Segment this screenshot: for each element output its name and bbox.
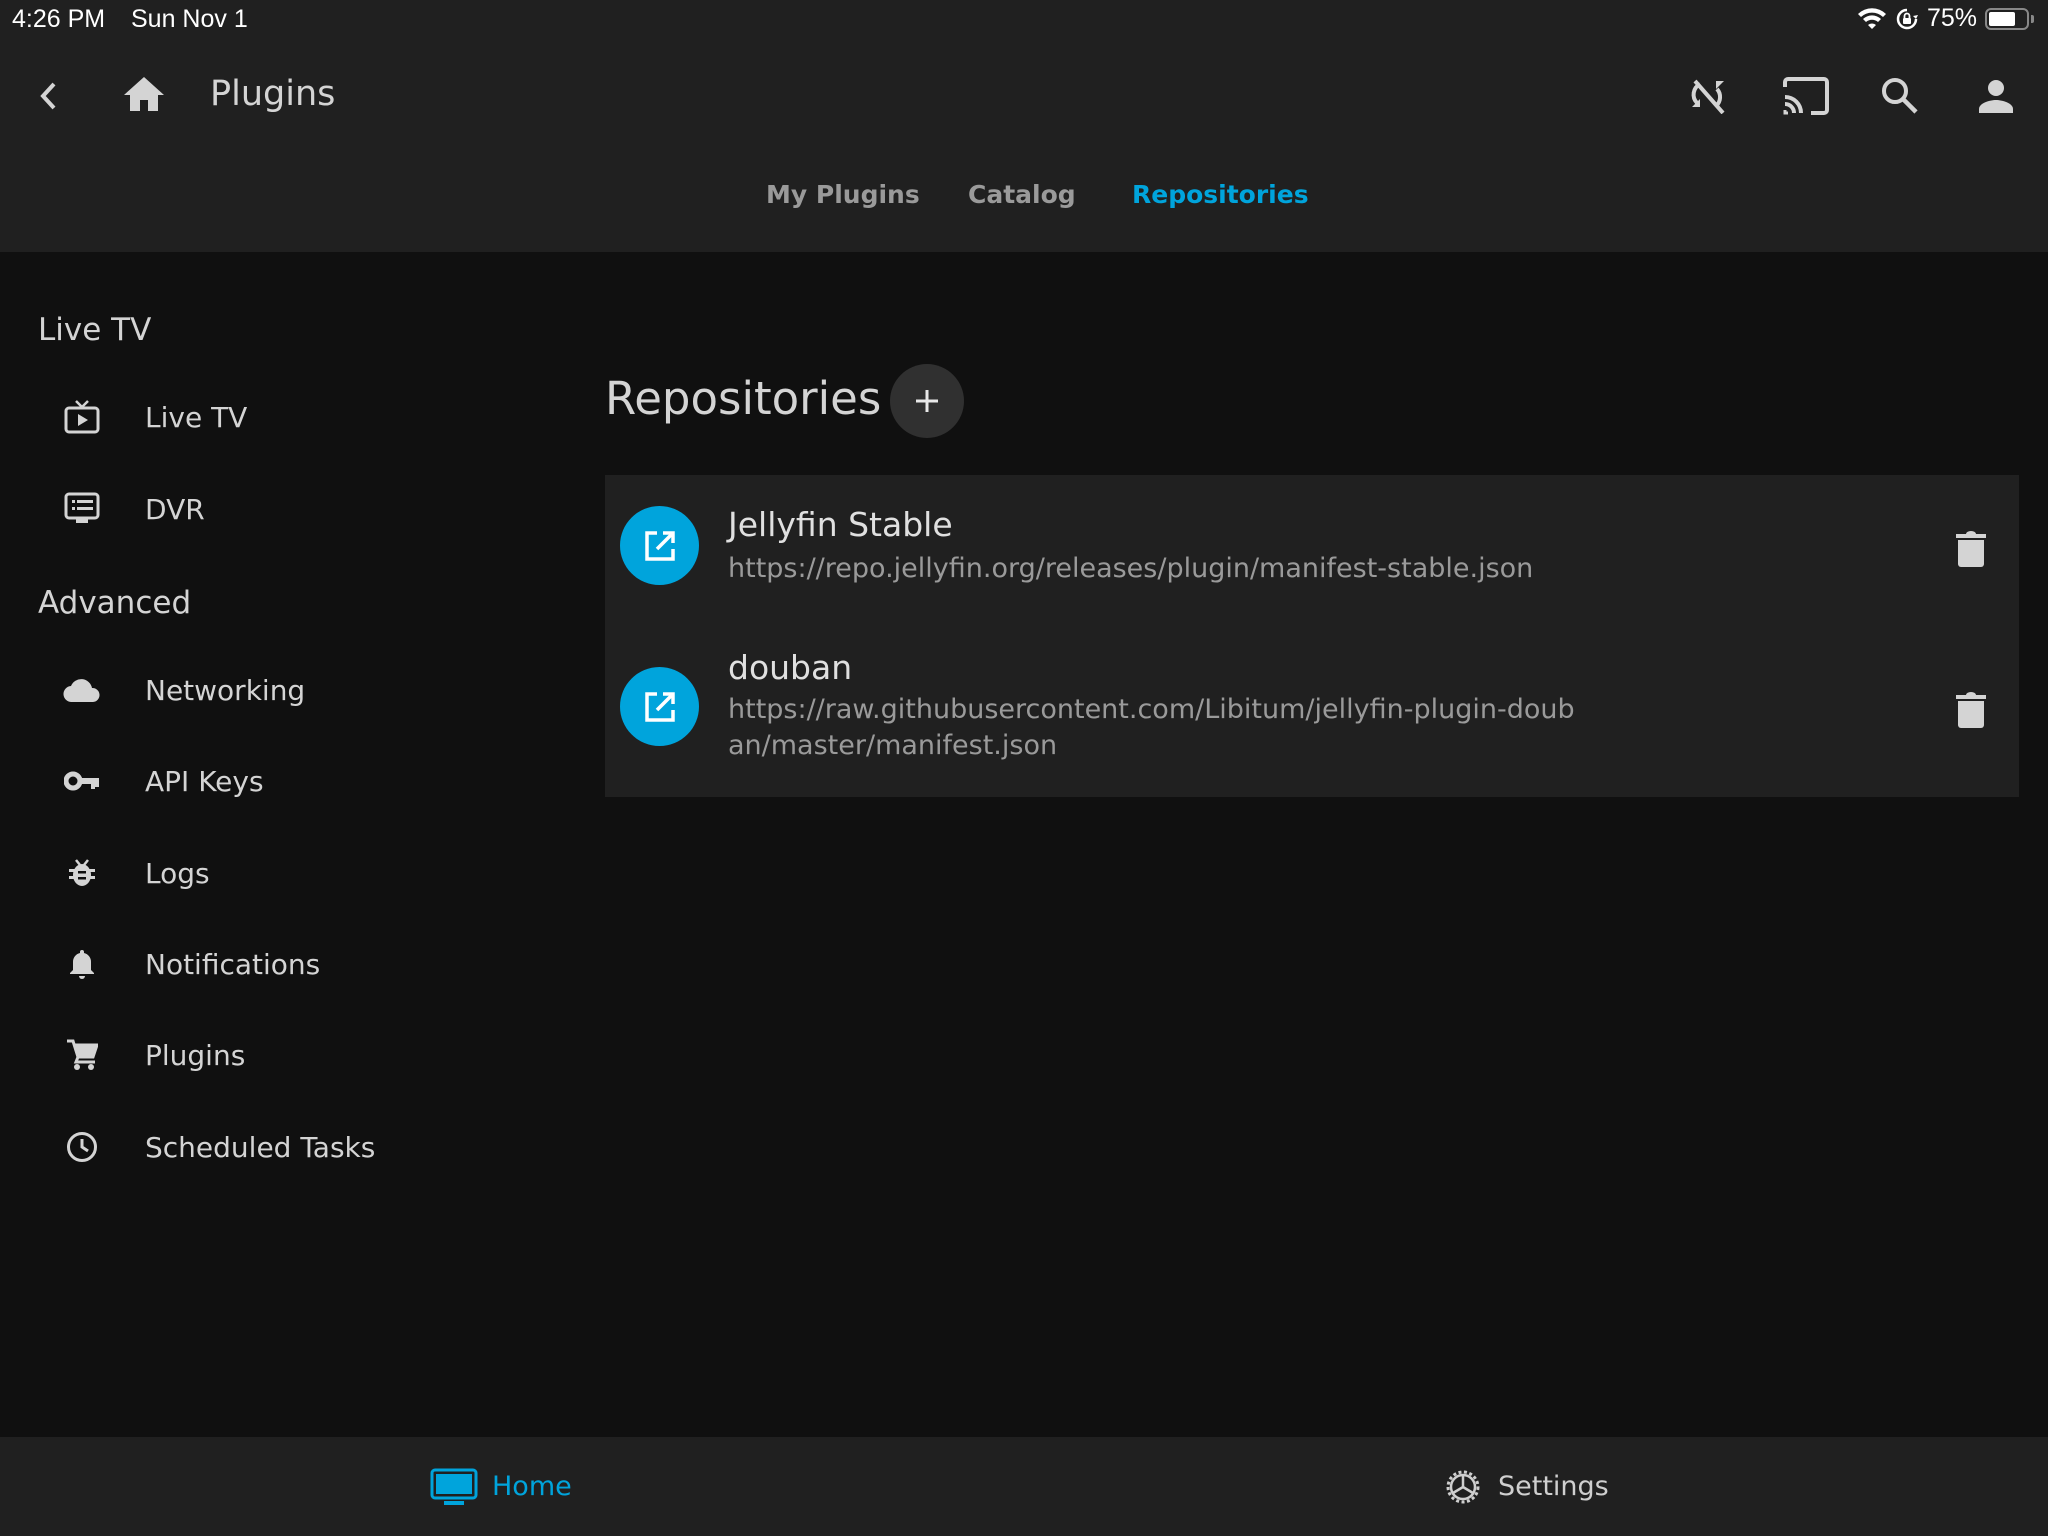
bottom-tab-label: Home	[492, 1471, 572, 1502]
page-title: Plugins	[210, 74, 336, 114]
bottom-tab-label: Settings	[1498, 1471, 1609, 1502]
trash-icon	[1956, 692, 1986, 728]
home-button[interactable]	[122, 74, 166, 114]
repository-name: douban	[728, 648, 853, 687]
bottom-tab-home[interactable]: Home	[430, 1437, 572, 1536]
sidebar-item-api-keys[interactable]: API Keys	[0, 746, 520, 816]
sync-disabled-icon	[1691, 79, 1725, 114]
sidebar-item-dvr[interactable]: DVR	[0, 474, 520, 544]
repository-url: https://raw.githubusercontent.com/Libitu…	[728, 694, 1575, 761]
open-in-new-icon	[644, 691, 675, 722]
repository-item: Jellyfin Stable https://repo.jellyfin.or…	[605, 475, 2019, 636]
battery-percent: 75%	[1926, 4, 1977, 32]
battery-level	[1989, 11, 2015, 26]
back-button[interactable]	[30, 76, 66, 116]
home-icon	[124, 77, 164, 111]
plugin-tabs: My Plugins Catalog Repositories	[0, 180, 2048, 220]
sidebar-item-label: Plugins	[145, 1038, 246, 1072]
sidebar-item-label: Live TV	[145, 400, 248, 434]
delete-repository-button[interactable]	[1949, 527, 1993, 571]
tab-catalog[interactable]: Catalog	[968, 180, 1076, 209]
gear-icon	[1446, 1470, 1480, 1503]
clock-icon	[62, 1127, 102, 1167]
add-repository-button[interactable]	[890, 364, 964, 438]
sidebar-item-label: Logs	[145, 856, 210, 890]
bottom-tab-settings[interactable]: Settings	[1442, 1437, 1609, 1536]
repository-url: https://repo.jellyfin.org/releases/plugi…	[728, 553, 1534, 584]
cast-button[interactable]	[1782, 76, 1830, 116]
sidebar-item-label: Notifications	[145, 947, 321, 981]
search-button[interactable]	[1880, 76, 1920, 116]
back-arrow-icon	[40, 82, 56, 110]
search-icon	[1882, 78, 1918, 114]
bug-icon	[62, 853, 102, 893]
live-tv-icon	[62, 397, 102, 437]
sidebar-item-label: API Keys	[145, 764, 264, 798]
cloud-icon	[62, 670, 102, 710]
sidebar-item-label: Scheduled Tasks	[145, 1130, 376, 1164]
user-button[interactable]	[1976, 76, 2016, 116]
sidebar-item-plugins[interactable]: Plugins	[0, 1020, 520, 1090]
repository-name: Jellyfin Stable	[728, 505, 953, 544]
sidebar-item-label: DVR	[145, 492, 205, 526]
section-title: Repositories	[605, 372, 882, 425]
status-bar: 4:26 PM Sun Nov 1 75%	[0, 0, 2048, 40]
dvr-icon	[62, 489, 102, 529]
tv-icon	[430, 1468, 478, 1505]
trash-icon	[1956, 531, 1986, 567]
cart-icon	[62, 1035, 102, 1075]
status-date: Sun Nov 1	[131, 5, 248, 33]
sync-button[interactable]	[1688, 76, 1728, 116]
key-icon	[62, 761, 102, 801]
orientation-lock-icon	[1895, 7, 1919, 31]
tab-my-plugins[interactable]: My Plugins	[766, 180, 920, 209]
wifi-icon	[1857, 7, 1887, 31]
open-repository-button[interactable]	[620, 667, 699, 746]
sidebar-item-notifications[interactable]: Notifications	[0, 929, 520, 999]
sidebar-item-networking[interactable]: Networking	[0, 655, 520, 725]
sidebar-item-logs[interactable]: Logs	[0, 838, 520, 908]
battery-icon	[1985, 7, 2029, 30]
sidebar-item-live-tv[interactable]: Live TV	[0, 382, 520, 452]
status-time: 4:26 PM	[12, 5, 106, 33]
sidebar: Live TV Live TV DVR Advanced Networking …	[0, 252, 560, 1437]
tab-repositories[interactable]: Repositories	[1132, 180, 1309, 209]
sidebar-item-label: Networking	[145, 673, 306, 707]
app-header: 4:26 PM Sun Nov 1 75% Plugins My Plugins…	[0, 0, 2048, 252]
sidebar-heading-advanced: Advanced	[38, 585, 192, 621]
sidebar-item-scheduled-tasks[interactable]: Scheduled Tasks	[0, 1112, 520, 1182]
cast-icon	[1783, 77, 1829, 115]
plus-icon	[916, 390, 938, 412]
repository-item: douban https://raw.githubusercontent.com…	[605, 636, 2019, 797]
bottom-navigation: Home Settings	[0, 1437, 2048, 1536]
open-in-new-icon	[644, 530, 675, 561]
battery-tip	[2031, 14, 2034, 23]
repository-list: Jellyfin Stable https://repo.jellyfin.or…	[605, 475, 2019, 797]
open-repository-button[interactable]	[620, 506, 699, 585]
status-indicators: 75%	[1857, 4, 2034, 33]
bell-icon	[62, 944, 102, 984]
delete-repository-button[interactable]	[1949, 688, 1993, 732]
sidebar-heading-live-tv: Live TV	[38, 312, 152, 348]
user-icon	[1979, 80, 2013, 113]
